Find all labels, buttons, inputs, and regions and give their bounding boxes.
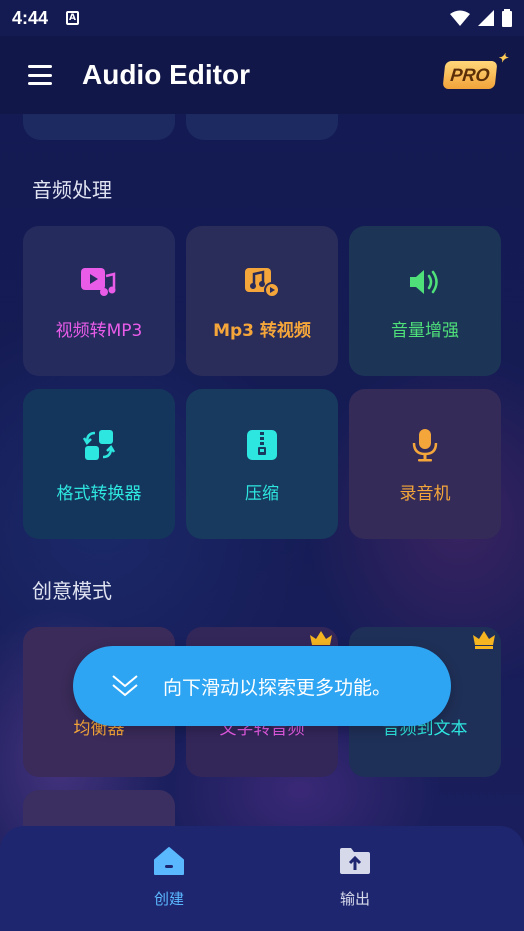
nav-label: 输出 [339, 890, 370, 908]
scroll-hint-toast[interactable]: 向下滑动以探索更多功能。 [73, 646, 451, 726]
bottom-nav: 创建 输出 [0, 826, 524, 931]
format-convert-icon [79, 425, 119, 465]
card-format-converter[interactable]: 格式转换器 [23, 389, 175, 539]
card-label: 压缩 [245, 483, 279, 504]
nav-item-create[interactable]: 创建 [129, 846, 209, 909]
nav-item-output[interactable]: 输出 [315, 846, 395, 909]
app-title: Audio Editor [82, 59, 250, 90]
signal-icon [478, 10, 494, 26]
home-icon [154, 847, 184, 875]
microphone-icon [405, 425, 445, 465]
menu-icon[interactable] [28, 65, 52, 85]
pro-badge[interactable]: PRO ✦ [442, 51, 509, 89]
card-label: Mp3 转视频 [213, 320, 311, 341]
app-bar: Audio Editor PRO ✦ [0, 36, 524, 114]
card-mp3-to-video[interactable]: Mp3 转视频 [186, 226, 338, 376]
crown-icon [473, 631, 495, 653]
video-music-icon [79, 262, 119, 302]
card-label: 格式转换器 [56, 483, 142, 504]
card-label: 视频转MP3 [55, 320, 143, 341]
section-title-audio-processing: 音频处理 [32, 178, 112, 202]
card-volume-boost[interactable]: 音量增强 [349, 226, 501, 376]
status-bar: 4:44 A [0, 0, 524, 36]
battery-icon [502, 9, 512, 27]
section-title-creative-mode: 创意模式 [32, 579, 112, 603]
music-to-video-icon [242, 262, 282, 302]
toast-text: 向下滑动以探索更多功能。 [163, 676, 392, 699]
pro-label: PRO [449, 64, 491, 85]
double-chevron-down-icon [112, 675, 138, 697]
card-label: 音量增强 [391, 320, 459, 341]
nav-label: 创建 [153, 890, 184, 908]
notification-icon: A [66, 11, 80, 25]
zip-icon [242, 425, 282, 465]
card-video-to-mp3[interactable]: 视频转MP3 [23, 226, 175, 376]
card-recorder[interactable]: 录音机 [349, 389, 501, 539]
card-compress[interactable]: 压缩 [186, 389, 338, 539]
folder-upload-icon [340, 848, 370, 874]
card-label: 录音机 [399, 483, 451, 504]
wifi-icon [450, 10, 470, 26]
status-time: 4:44 [12, 7, 49, 28]
sparkle-icon: ✦ [496, 51, 509, 65]
status-icons [450, 9, 512, 27]
volume-icon [405, 262, 445, 302]
